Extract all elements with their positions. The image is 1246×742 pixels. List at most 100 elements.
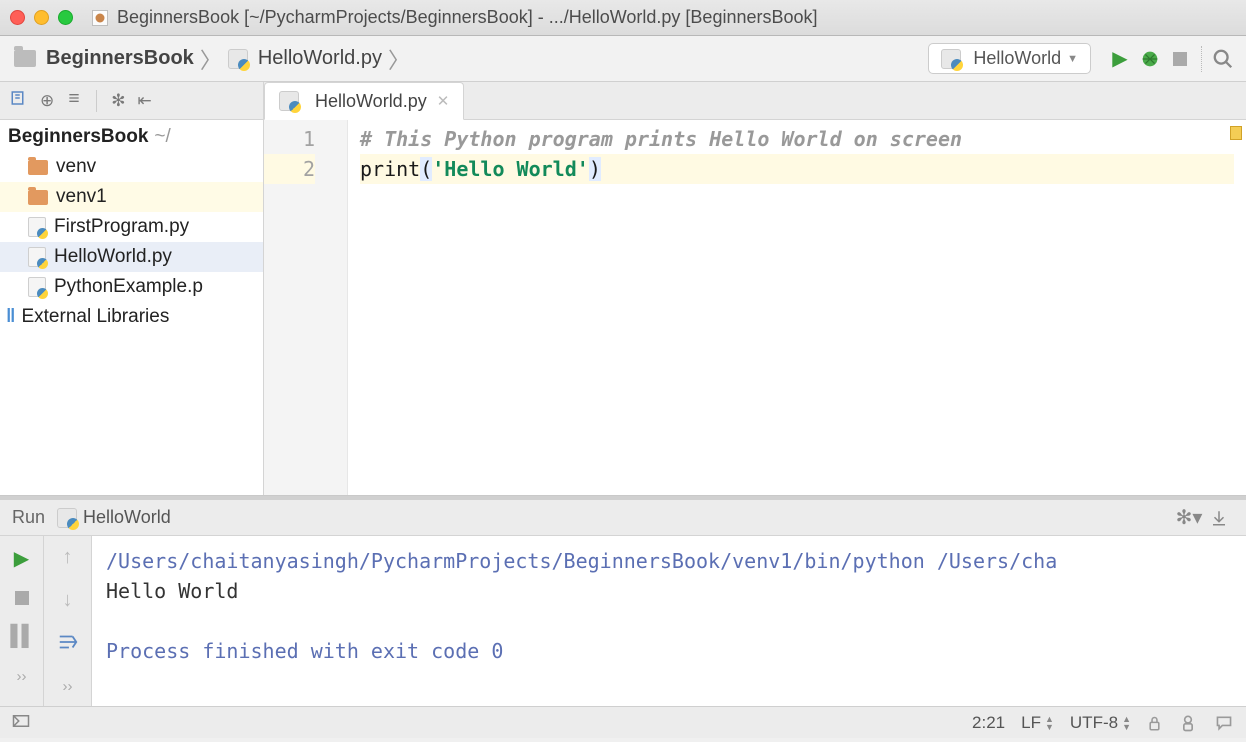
- code-content[interactable]: # This Python program prints Hello World…: [348, 120, 1246, 495]
- line-number[interactable]: 2: [264, 154, 315, 184]
- folder-icon: [28, 190, 48, 205]
- gutter[interactable]: 1 2: [264, 120, 348, 495]
- tree-folder-venv1[interactable]: venv1: [0, 182, 263, 212]
- inspector-icon[interactable]: [1178, 713, 1198, 733]
- breadcrumb-project[interactable]: BeginnersBook: [46, 47, 194, 70]
- scroll-from-source-icon[interactable]: [10, 89, 28, 112]
- tree-item-label: External Libraries: [21, 306, 169, 328]
- divider: [96, 90, 97, 112]
- python-file-icon: [279, 91, 299, 111]
- close-icon[interactable]: [10, 10, 25, 25]
- main-split: ⊕ ✻ ⇤ BeginnersBook ~/ venv venv1: [0, 82, 1246, 496]
- project-toolbar: ⊕ ✻ ⇤: [0, 82, 263, 120]
- status-bar: 2:21 LF ▲▼ UTF-8 ▲▼: [0, 706, 1246, 738]
- tree-external-libs[interactable]: ‖ External Libraries: [0, 302, 263, 332]
- tree-item-label: HelloWorld.py: [54, 246, 172, 268]
- python-file-icon: [57, 508, 77, 528]
- caret-position[interactable]: 2:21: [972, 713, 1005, 733]
- app-icon: [91, 9, 109, 27]
- tree-item-label: venv1: [56, 186, 107, 208]
- run-config-selector[interactable]: HelloWorld ▼: [928, 43, 1091, 74]
- line-number[interactable]: 1: [264, 124, 315, 154]
- hide-icon[interactable]: ⇤: [138, 91, 152, 111]
- breadcrumb-file[interactable]: HelloWorld.py: [258, 47, 382, 70]
- folder-icon: [28, 160, 48, 175]
- target-icon[interactable]: ⊕: [40, 91, 54, 111]
- tree-file-firstprogram[interactable]: FirstProgram.py: [0, 212, 263, 242]
- warning-marker-icon[interactable]: [1230, 126, 1242, 140]
- updown-icon: ▲▼: [1045, 715, 1054, 731]
- lock-icon[interactable]: [1147, 715, 1162, 731]
- library-icon: ‖: [6, 306, 15, 328]
- navigation-bar: BeginnersBook 〉 HelloWorld.py 〉 HelloWor…: [0, 36, 1246, 82]
- divider: [1201, 46, 1202, 72]
- collapse-all-icon[interactable]: [66, 90, 82, 111]
- maximize-icon[interactable]: [58, 10, 73, 25]
- code-comment: # This Python program prints Hello World…: [360, 127, 962, 151]
- code-token: (: [420, 157, 432, 181]
- file-encoding[interactable]: UTF-8 ▲▼: [1070, 713, 1131, 733]
- toolwindow-icon[interactable]: [12, 712, 30, 733]
- gear-icon[interactable]: ✻: [111, 91, 125, 111]
- close-icon[interactable]: ✕: [437, 92, 450, 110]
- window-controls: [10, 10, 73, 25]
- run-actions-left: ▶ ▌▌ ››: [0, 536, 44, 706]
- run-tool-window: Run HelloWorld ✻▾ ▶ ▌▌ ›› ↑ ↓ ›› /Users/…: [0, 496, 1246, 706]
- minimize-icon[interactable]: [34, 10, 49, 25]
- chevron-right-icon: 〉: [386, 43, 412, 75]
- run-label: Run: [12, 507, 45, 528]
- more-button[interactable]: ››: [17, 668, 27, 685]
- up-arrow-icon[interactable]: ↑: [63, 546, 73, 569]
- stop-button[interactable]: [1165, 52, 1195, 66]
- soft-wrap-icon[interactable]: [57, 632, 79, 658]
- run-body: ▶ ▌▌ ›› ↑ ↓ ›› /Users/chaitanyasingh/Pyc…: [0, 536, 1246, 706]
- console-command: /Users/chaitanyasingh/PycharmProjects/Be…: [106, 549, 1057, 573]
- download-icon[interactable]: [1204, 509, 1234, 527]
- console-exit: Process finished with exit code 0: [106, 639, 503, 663]
- project-root[interactable]: BeginnersBook ~/: [0, 122, 263, 152]
- run-header: Run HelloWorld ✻▾: [0, 500, 1246, 536]
- python-file-icon: [28, 247, 46, 267]
- more-button[interactable]: ››: [63, 678, 73, 695]
- tree-file-pythonexample[interactable]: PythonExample.p: [0, 272, 263, 302]
- project-tree[interactable]: BeginnersBook ~/ venv venv1 FirstProgram…: [0, 120, 263, 495]
- run-actions-right: ↑ ↓ ››: [44, 536, 92, 706]
- editor-area: HelloWorld.py ✕ 1 2 # This Python progra…: [264, 82, 1246, 495]
- python-file-icon: [228, 49, 248, 69]
- code-token: print: [360, 157, 420, 181]
- python-file-icon: [28, 217, 46, 237]
- window-title: BeginnersBook [~/PycharmProjects/Beginne…: [117, 7, 818, 28]
- search-button[interactable]: [1208, 48, 1238, 70]
- python-file-icon: [941, 49, 961, 69]
- run-button[interactable]: ▶: [1105, 46, 1135, 71]
- tree-item-label: venv: [56, 156, 96, 178]
- tree-item-label: FirstProgram.py: [54, 216, 189, 238]
- rerun-button[interactable]: ▶: [14, 546, 29, 571]
- chevron-right-icon: 〉: [198, 43, 224, 75]
- run-config-name: HelloWorld: [973, 48, 1061, 69]
- chevron-down-icon: ▼: [1067, 53, 1078, 65]
- code-editor[interactable]: 1 2 # This Python program prints Hello W…: [264, 120, 1246, 495]
- folder-icon: [14, 50, 36, 67]
- updown-icon: ▲▼: [1122, 715, 1131, 731]
- project-tool-window: ⊕ ✻ ⇤ BeginnersBook ~/ venv venv1: [0, 82, 264, 495]
- code-token: 'Hello World': [432, 157, 589, 181]
- tree-file-helloworld[interactable]: HelloWorld.py: [0, 242, 263, 272]
- gear-icon[interactable]: ✻▾: [1174, 505, 1204, 530]
- down-arrow-icon[interactable]: ↓: [63, 589, 73, 612]
- window-titlebar: BeginnersBook [~/PycharmProjects/Beginne…: [0, 0, 1246, 36]
- stop-button[interactable]: [15, 591, 29, 605]
- tree-item-label: PythonExample.p: [54, 276, 203, 298]
- debug-button[interactable]: [1135, 48, 1165, 70]
- console-output[interactable]: /Users/chaitanyasingh/PycharmProjects/Be…: [92, 536, 1246, 706]
- tree-folder-venv[interactable]: venv: [0, 152, 263, 182]
- console-stdout: Hello World: [106, 579, 238, 603]
- pause-button[interactable]: ▌▌: [10, 625, 32, 648]
- line-separator[interactable]: LF ▲▼: [1021, 713, 1054, 733]
- tab-label: HelloWorld.py: [315, 91, 427, 112]
- editor-tab-helloworld[interactable]: HelloWorld.py ✕: [264, 82, 464, 120]
- run-config-name: HelloWorld: [83, 507, 171, 528]
- breadcrumb[interactable]: BeginnersBook 〉 HelloWorld.py 〉: [14, 43, 412, 75]
- event-log-icon[interactable]: [1214, 714, 1234, 732]
- python-file-icon: [28, 277, 46, 297]
